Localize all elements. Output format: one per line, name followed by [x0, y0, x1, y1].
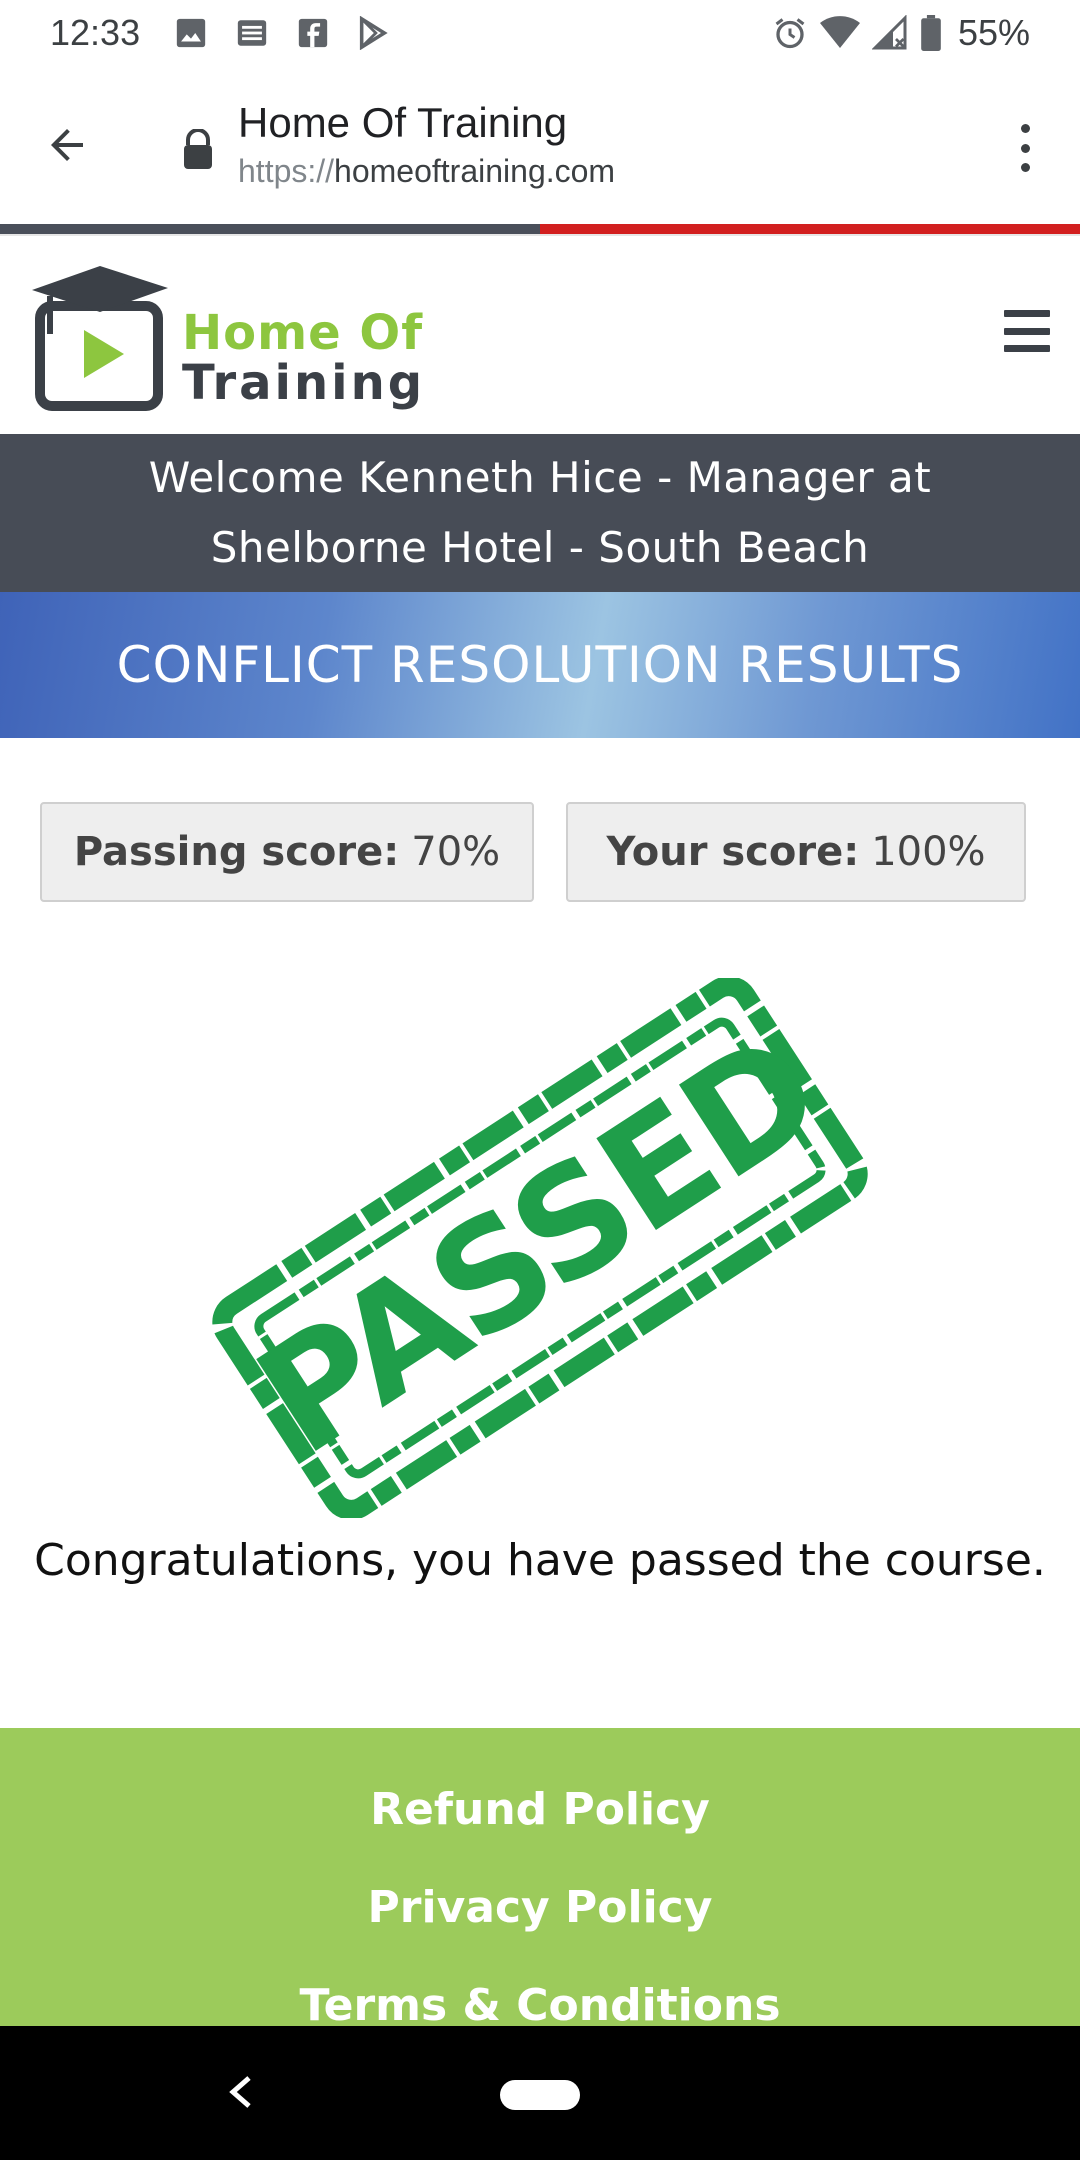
- logo-mark-icon: [32, 266, 168, 411]
- back-button[interactable]: [32, 110, 102, 180]
- facebook-icon: [296, 16, 330, 50]
- chevron-left-icon: [229, 2076, 251, 2108]
- results-title: CONFLICT RESOLUTION RESULTS: [116, 636, 964, 694]
- your-score-value: 100%: [871, 829, 986, 875]
- battery-icon: [920, 15, 942, 51]
- alarm-icon: [772, 15, 808, 51]
- passing-score-label: Passing score:: [73, 829, 400, 875]
- results-banner: CONFLICT RESOLUTION RESULTS: [0, 592, 1080, 738]
- passing-score-box: Passing score: 70%: [40, 802, 534, 902]
- browser-toolbar: Home Of Training https://homeoftraining.…: [0, 66, 1080, 224]
- url-scheme: https://: [238, 153, 335, 189]
- notification-icons: [174, 16, 390, 50]
- omnibox[interactable]: Home Of Training https://homeoftraining.…: [238, 97, 615, 193]
- your-score-label: Your score:: [606, 829, 860, 875]
- passing-score-value: 70%: [411, 829, 501, 875]
- wifi-icon: [819, 16, 860, 50]
- news-icon: [234, 16, 270, 50]
- system-icons: 55%: [772, 12, 1030, 54]
- passed-stamp: PASSED: [190, 976, 890, 1520]
- battery-percent: 55%: [957, 12, 1030, 53]
- nav-home-pill[interactable]: [500, 2080, 580, 2110]
- your-score-box: Your score: 100%: [566, 802, 1026, 902]
- system-nav-bar: [0, 2026, 1080, 2160]
- play-store-icon: [356, 16, 390, 50]
- image-icon: [174, 16, 208, 50]
- lock-icon[interactable]: [182, 129, 214, 169]
- refund-policy-link[interactable]: Refund Policy: [0, 1784, 1080, 1835]
- page-load-progress: [0, 224, 1080, 234]
- url-text: https://homeoftraining.com: [238, 149, 615, 193]
- site-header: Home Of Training: [0, 234, 1080, 434]
- site-logo[interactable]: Home Of Training: [30, 262, 450, 412]
- page-title: Home Of Training: [238, 99, 568, 146]
- privacy-policy-link[interactable]: Privacy Policy: [0, 1882, 1080, 1933]
- terms-conditions-link[interactable]: Terms & Conditions: [0, 1980, 1080, 2026]
- url-host: homeoftraining.com: [334, 153, 616, 189]
- signal-icon: [871, 15, 908, 51]
- congratulations-message: Congratulations, you have passed the cou…: [34, 1535, 1046, 1586]
- welcome-bar: Welcome Kenneth Hice - Manager at Shelbo…: [0, 434, 1080, 592]
- logo-line2: Training: [182, 355, 426, 411]
- arrow-left-icon: [51, 129, 83, 161]
- logo-line1: Home Of: [182, 305, 424, 361]
- passed-stamp-graphic: PASSED: [212, 976, 868, 1520]
- status-time: 12:33: [50, 12, 141, 53]
- status-bar: 12:33 55%: [0, 0, 1080, 66]
- site-footer: Refund Policy Privacy Policy Terms & Con…: [0, 1728, 1080, 2026]
- welcome-text: Welcome Kenneth Hice - Manager at Shelbo…: [148, 453, 932, 572]
- nav-back-button[interactable]: [220, 2072, 260, 2112]
- logo-text: Home Of Training: [182, 308, 425, 408]
- overflow-menu-icon[interactable]: [1010, 118, 1040, 178]
- hamburger-menu-icon[interactable]: [1004, 310, 1050, 352]
- progress-fill: [0, 224, 540, 234]
